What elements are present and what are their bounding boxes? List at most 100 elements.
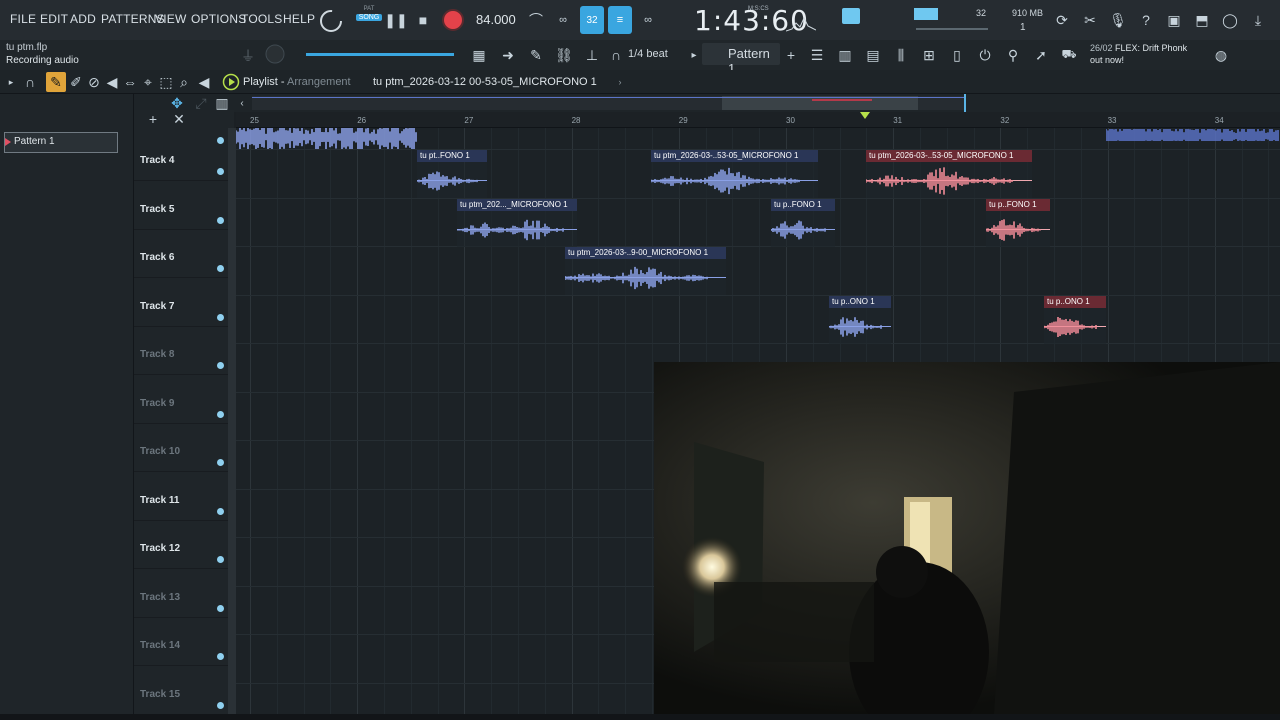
audio-clip-partial[interactable] <box>236 128 419 151</box>
track-header[interactable]: Track 10 <box>134 424 228 472</box>
countdown-icon[interactable]: ≡ <box>608 6 632 34</box>
undo-history-icon[interactable]: ⟳ <box>1052 10 1072 30</box>
cut-icon[interactable]: ✂ <box>1080 10 1100 30</box>
plug-icon[interactable]: ⏻ <box>974 46 996 64</box>
master-volume-slider[interactable] <box>916 28 988 30</box>
piano-icon[interactable]: ▥ <box>834 46 856 64</box>
track-scrollbar[interactable] <box>228 128 236 714</box>
chat-icon[interactable]: ◯ <box>1220 10 1240 30</box>
channel-icon[interactable]: ⏚ <box>240 48 256 64</box>
microphone-icon[interactable]: 🎙 <box>1108 10 1128 30</box>
playback-tool-icon[interactable]: ◀ <box>196 74 212 90</box>
mute-tool-icon[interactable]: ◀ <box>104 74 120 90</box>
main-pitch-knob-icon[interactable] <box>264 43 286 65</box>
track-enable-led[interactable] <box>217 265 224 272</box>
track-header[interactable]: Track 13 <box>134 570 228 618</box>
menu-edit[interactable]: EDIT <box>40 12 68 26</box>
slip-tool-icon[interactable]: ⇔ <box>122 74 138 90</box>
record-button[interactable] <box>442 9 464 31</box>
menu-options[interactable]: OPTIONS <box>191 12 246 26</box>
playhead-marker-icon[interactable] <box>860 112 870 120</box>
document-icon[interactable]: ▯ <box>946 46 968 64</box>
audio-clip[interactable]: tu ptm_2026-03-..53-05_MICROFONO 1 <box>651 150 818 198</box>
play-arrow-icon[interactable]: ➜ <box>498 46 518 64</box>
track-enable-led[interactable] <box>217 556 224 563</box>
close-icon[interactable]: ✕ <box>172 111 186 127</box>
track-enable-led[interactable] <box>217 459 224 466</box>
piano-roll-icon[interactable]: ▦ <box>468 46 490 64</box>
metronome-icon[interactable]: ⌒ <box>526 10 546 30</box>
playlist-menu-icon[interactable]: ▸ <box>4 74 18 90</box>
menu-view[interactable]: VIEW <box>155 12 186 26</box>
scroll-left-icon[interactable]: ‹ <box>236 94 248 112</box>
track-header[interactable]: Track 11 <box>134 473 228 521</box>
audio-clip[interactable]: tu p..FONO 1 <box>986 198 1050 247</box>
select-tool-icon[interactable]: ⬚ <box>158 74 174 90</box>
track-header[interactable]: Track 4 <box>134 133 228 181</box>
track-enable-led[interactable] <box>217 216 224 224</box>
menu-add[interactable]: ADD <box>70 12 96 26</box>
timeline-ruler[interactable]: 25 26 27 28 29 30 31 32 33 34 <box>236 112 1280 128</box>
menu-help[interactable]: HELP <box>283 12 315 26</box>
audio-clip[interactable]: tu p..ONO 1 <box>1044 295 1106 344</box>
pattern-selector[interactable]: Pattern 1 <box>702 43 780 76</box>
plugin-icon[interactable]: ⬒ <box>1192 10 1212 30</box>
snap-selector[interactable]: 1/4 beat <box>628 48 668 60</box>
mixer-icon[interactable]: ⫼ <box>890 46 912 64</box>
stamp-icon[interactable]: ⊥ <box>582 46 602 64</box>
download-icon[interactable]: ⤓ <box>1248 10 1268 30</box>
zoom-tool-icon[interactable]: ⌕ <box>176 74 192 90</box>
audio-clip[interactable]: tu pt..FONO 1 <box>417 150 487 198</box>
track-enable-led[interactable] <box>217 701 224 709</box>
track-enable-led[interactable] <box>217 604 224 612</box>
arrow-icon[interactable]: ➚ <box>1030 46 1052 64</box>
pattern-list-item[interactable]: Pattern 1 <box>4 132 118 153</box>
pause-icon[interactable]: ❚❚ <box>384 12 407 28</box>
globe-icon[interactable]: ◍ <box>1212 46 1230 64</box>
browser-tree-icon[interactable]: ⊞ <box>918 46 940 64</box>
track-header[interactable]: Track 12 <box>134 521 228 569</box>
loop-record-icon[interactable]: ∞ <box>638 10 658 30</box>
paint-tool-icon[interactable]: ✐ <box>68 74 84 90</box>
track-enable-led[interactable] <box>217 137 224 144</box>
magnet-snap-icon[interactable]: ∩ <box>22 74 38 90</box>
draw-tool-icon[interactable]: ✎ <box>46 72 66 92</box>
track-header[interactable]: Track 6 <box>134 230 228 278</box>
track-enable-led[interactable] <box>217 410 224 418</box>
delete-tool-icon[interactable]: ⊘ <box>86 74 102 90</box>
help-icon[interactable]: ? <box>1136 10 1156 30</box>
wait-icon[interactable]: ∞ <box>553 10 573 30</box>
add-pattern-icon[interactable]: + <box>784 46 798 64</box>
playlist-icon[interactable]: ☰ <box>806 46 828 64</box>
audio-clip[interactable]: tu p..FONO 1 <box>771 198 835 247</box>
track-header[interactable]: Track 7 <box>134 279 228 327</box>
track-header[interactable]: Track 14 <box>134 618 228 666</box>
track-enable-led[interactable] <box>217 168 224 175</box>
track-header[interactable]: Track 5 <box>134 182 228 230</box>
track-enable-led[interactable] <box>217 313 224 321</box>
track-header[interactable]: Track 9 <box>134 376 228 424</box>
mic-stand-icon[interactable]: ⚲ <box>1002 46 1024 64</box>
add-track-icon[interactable]: + <box>146 111 160 127</box>
bpm-display[interactable]: 84.000 <box>476 12 516 27</box>
audio-clip[interactable]: tu ptm_2026-03-..9-00_MICROFONO 1 <box>565 247 726 295</box>
link-icon[interactable]: ⛓ <box>554 46 574 64</box>
cart-icon[interactable]: ⛟ <box>1058 46 1080 64</box>
track-enable-led[interactable] <box>217 653 224 660</box>
menu-file[interactable]: FILE <box>10 12 36 26</box>
track-enable-led[interactable] <box>217 507 224 515</box>
save-icon[interactable]: ▣ <box>1164 10 1184 30</box>
magnet-icon[interactable]: ∩ <box>608 46 624 64</box>
pat-song-toggle[interactable]: PAT SONG <box>356 6 382 34</box>
track-header[interactable]: Track 15 <box>134 667 228 715</box>
overview-strip[interactable] <box>252 96 964 110</box>
step-button[interactable]: 32 <box>580 6 604 34</box>
master-pitch-slider[interactable] <box>306 53 454 56</box>
playlist-breadcrumb[interactable]: tu ptm_2026-03-12 00-53-05_MICROFONO 1 <box>373 76 597 88</box>
slice-tool-icon[interactable]: ⌖ <box>140 74 156 90</box>
audio-clip[interactable]: tu ptm_2026-03-..53-05_MICROFONO 1 <box>866 150 1032 198</box>
audio-clip[interactable]: tu p..ONO 1 <box>829 295 891 344</box>
audio-clip[interactable]: tu ptm_202..._MICROFONO 1 <box>457 198 577 247</box>
news-panel[interactable]: 26/02 FLEX: Drift Phonk out now! <box>1090 42 1187 66</box>
tempo-knob-icon[interactable] <box>318 8 344 34</box>
